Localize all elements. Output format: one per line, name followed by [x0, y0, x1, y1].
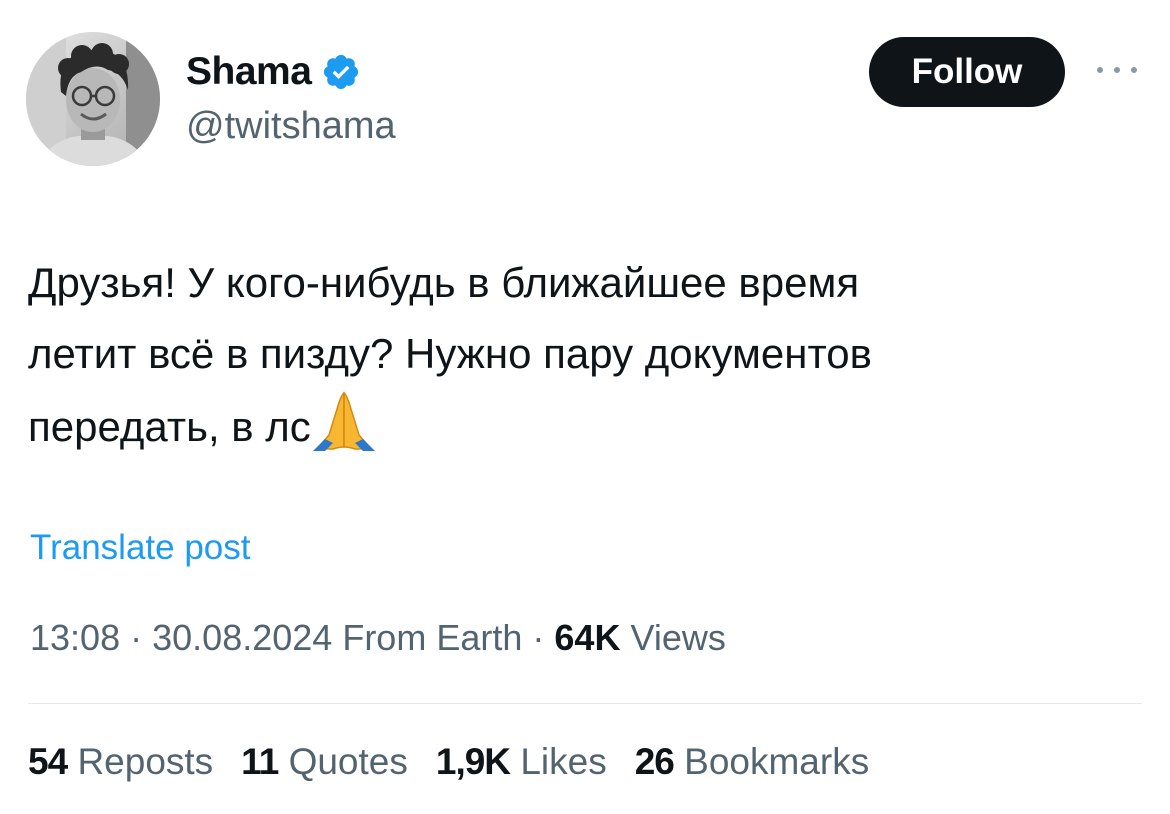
author-name-row[interactable]: Shama — [186, 50, 361, 94]
post-meta: 13:08 · 30.08.2024 From Earth · 64K View… — [30, 617, 726, 659]
reposts-stat[interactable]: 54 Reposts — [28, 741, 213, 783]
likes-count: 1,9K — [435, 741, 511, 782]
views-label[interactable]: Views — [630, 617, 725, 658]
bookmarks-stat[interactable]: 26 Bookmarks — [635, 741, 870, 783]
meta-separator: · — [532, 617, 545, 658]
more-horizontal-icon[interactable] — [1094, 58, 1140, 82]
views-count[interactable]: 64K — [554, 617, 620, 658]
quotes-stat[interactable]: 11 Quotes — [241, 741, 408, 783]
divider — [28, 703, 1142, 704]
likes-stat[interactable]: 1,9K Likes — [436, 741, 607, 783]
post-text: Друзья! У кого-нибудь в ближайшее время … — [28, 247, 1138, 462]
translate-post-link[interactable]: Translate post — [30, 528, 250, 568]
quotes-count: 11 — [241, 741, 279, 782]
bookmarks-label: Bookmarks — [684, 741, 870, 782]
post-text-content: Друзья! У кого-нибудь в ближайшее время … — [28, 259, 872, 450]
author-handle[interactable]: @twitshama — [186, 105, 396, 148]
verified-badge-icon — [324, 54, 359, 90]
post-source: From Earth — [342, 617, 523, 658]
likes-label: Likes — [520, 741, 607, 782]
reposts-label: Reposts — [77, 741, 214, 782]
post-stats: 54 Reposts 11 Quotes 1,9K Likes 26 Bookm… — [28, 741, 869, 783]
display-name[interactable]: Shama — [186, 50, 312, 94]
post-date[interactable]: 30.08.2024 — [152, 617, 332, 658]
meta-separator: · — [130, 617, 143, 658]
avatar[interactable] — [26, 32, 160, 166]
post-time[interactable]: 13:08 — [30, 617, 120, 658]
reposts-count: 54 — [28, 741, 68, 782]
bookmarks-count: 26 — [634, 741, 675, 782]
quotes-label: Quotes — [288, 741, 408, 782]
avatar-photo-icon — [26, 32, 160, 166]
folded-hands-emoji-icon — [312, 391, 375, 451]
follow-button[interactable]: Follow — [869, 37, 1065, 107]
